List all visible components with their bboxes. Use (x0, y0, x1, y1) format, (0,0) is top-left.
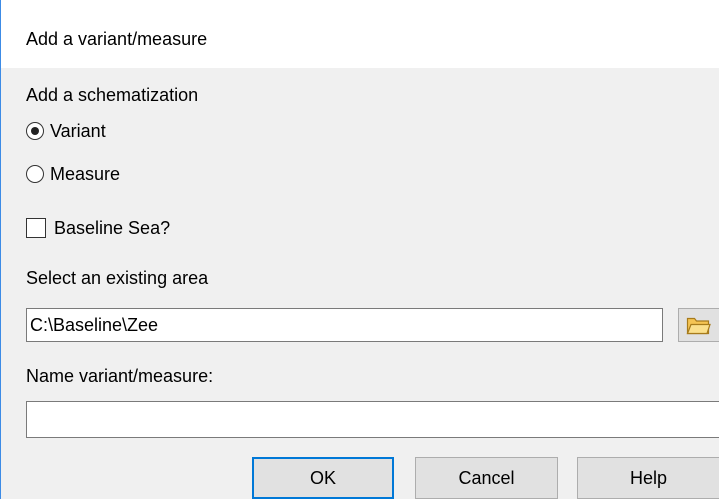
cancel-button[interactable]: Cancel (415, 457, 558, 499)
window-title: Add a variant/measure (26, 29, 208, 49)
area-path-input[interactable] (26, 308, 663, 342)
browse-button[interactable] (678, 308, 719, 342)
baseline-sea-label: Baseline Sea? (54, 218, 171, 238)
area-label: Select an existing area (26, 268, 209, 288)
variant-radio[interactable] (26, 122, 44, 140)
schematization-heading: Add a schematization (26, 85, 199, 105)
add-variant-dialog: Add a variant/measure Add a schematizati… (0, 0, 719, 499)
name-label: Name variant/measure: (26, 366, 214, 386)
measure-radio[interactable] (26, 165, 44, 183)
variant-radio-option[interactable]: Variant (26, 120, 106, 142)
ok-button[interactable]: OK (252, 457, 394, 499)
help-button[interactable]: Help (577, 457, 719, 499)
measure-radio-option[interactable]: Measure (26, 163, 120, 185)
baseline-sea-checkbox[interactable] (26, 218, 46, 238)
variant-radio-label: Variant (50, 121, 106, 141)
name-input[interactable] (26, 401, 719, 438)
title-bar: Add a variant/measure (1, 0, 719, 68)
folder-icon (686, 317, 711, 335)
measure-radio-label: Measure (50, 164, 121, 184)
baseline-sea-option[interactable]: Baseline Sea? (26, 217, 170, 239)
